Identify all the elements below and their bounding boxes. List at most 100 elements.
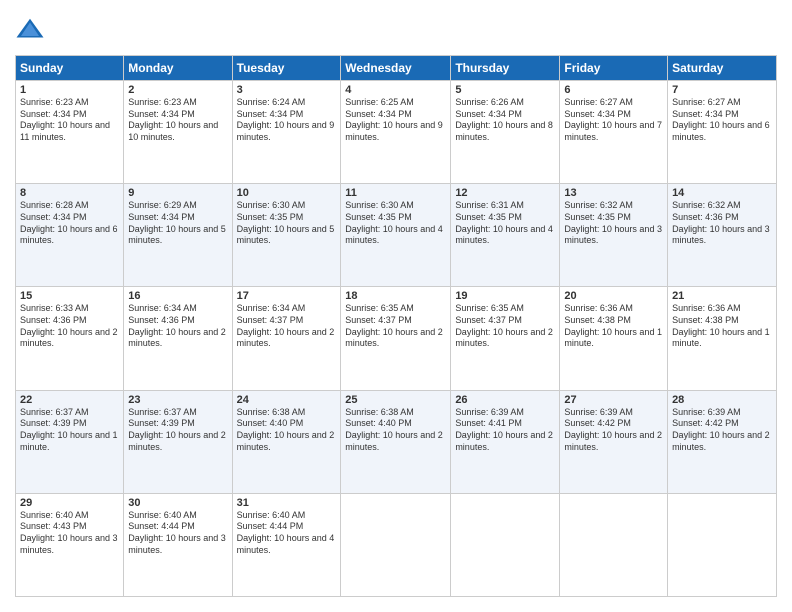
day-number: 12 — [455, 187, 555, 199]
day-number: 2 — [128, 84, 227, 96]
day-number: 6 — [564, 84, 663, 96]
calendar-header-row: SundayMondayTuesdayWednesdayThursdayFrid… — [16, 56, 777, 81]
day-number: 24 — [237, 394, 337, 406]
calendar-cell: 2Sunrise: 6:23 AMSunset: 4:34 PMDaylight… — [124, 81, 232, 184]
day-info: Sunrise: 6:31 AMSunset: 4:35 PMDaylight:… — [455, 200, 555, 247]
calendar-cell: 15Sunrise: 6:33 AMSunset: 4:36 PMDayligh… — [16, 287, 124, 390]
day-info: Sunrise: 6:23 AMSunset: 4:34 PMDaylight:… — [128, 97, 227, 144]
calendar-cell: 25Sunrise: 6:38 AMSunset: 4:40 PMDayligh… — [341, 390, 451, 493]
day-number: 29 — [20, 497, 119, 509]
day-info: Sunrise: 6:27 AMSunset: 4:34 PMDaylight:… — [564, 97, 663, 144]
day-number: 28 — [672, 394, 772, 406]
calendar-cell: 4Sunrise: 6:25 AMSunset: 4:34 PMDaylight… — [341, 81, 451, 184]
calendar-cell: 8Sunrise: 6:28 AMSunset: 4:34 PMDaylight… — [16, 184, 124, 287]
calendar-week-2: 8Sunrise: 6:28 AMSunset: 4:34 PMDaylight… — [16, 184, 777, 287]
day-number: 27 — [564, 394, 663, 406]
day-number: 21 — [672, 290, 772, 302]
day-info: Sunrise: 6:40 AMSunset: 4:43 PMDaylight:… — [20, 510, 119, 557]
day-info: Sunrise: 6:40 AMSunset: 4:44 PMDaylight:… — [128, 510, 227, 557]
day-info: Sunrise: 6:35 AMSunset: 4:37 PMDaylight:… — [345, 303, 446, 350]
day-number: 7 — [672, 84, 772, 96]
day-number: 3 — [237, 84, 337, 96]
calendar-cell: 24Sunrise: 6:38 AMSunset: 4:40 PMDayligh… — [232, 390, 341, 493]
calendar-cell: 27Sunrise: 6:39 AMSunset: 4:42 PMDayligh… — [560, 390, 668, 493]
calendar-cell: 19Sunrise: 6:35 AMSunset: 4:37 PMDayligh… — [451, 287, 560, 390]
day-number: 1 — [20, 84, 119, 96]
day-info: Sunrise: 6:28 AMSunset: 4:34 PMDaylight:… — [20, 200, 119, 247]
day-number: 23 — [128, 394, 227, 406]
day-info: Sunrise: 6:40 AMSunset: 4:44 PMDaylight:… — [237, 510, 337, 557]
calendar-cell: 14Sunrise: 6:32 AMSunset: 4:36 PMDayligh… — [668, 184, 777, 287]
day-info: Sunrise: 6:39 AMSunset: 4:41 PMDaylight:… — [455, 407, 555, 454]
day-info: Sunrise: 6:30 AMSunset: 4:35 PMDaylight:… — [237, 200, 337, 247]
day-number: 15 — [20, 290, 119, 302]
weekday-header-wednesday: Wednesday — [341, 56, 451, 81]
calendar-cell: 22Sunrise: 6:37 AMSunset: 4:39 PMDayligh… — [16, 390, 124, 493]
day-info: Sunrise: 6:32 AMSunset: 4:35 PMDaylight:… — [564, 200, 663, 247]
calendar-week-1: 1Sunrise: 6:23 AMSunset: 4:34 PMDaylight… — [16, 81, 777, 184]
calendar-cell: 26Sunrise: 6:39 AMSunset: 4:41 PMDayligh… — [451, 390, 560, 493]
day-number: 11 — [345, 187, 446, 199]
day-info: Sunrise: 6:25 AMSunset: 4:34 PMDaylight:… — [345, 97, 446, 144]
page: SundayMondayTuesdayWednesdayThursdayFrid… — [0, 0, 792, 612]
day-info: Sunrise: 6:36 AMSunset: 4:38 PMDaylight:… — [672, 303, 772, 350]
day-number: 22 — [20, 394, 119, 406]
day-number: 26 — [455, 394, 555, 406]
weekday-header-thursday: Thursday — [451, 56, 560, 81]
weekday-header-monday: Monday — [124, 56, 232, 81]
weekday-header-saturday: Saturday — [668, 56, 777, 81]
day-info: Sunrise: 6:36 AMSunset: 4:38 PMDaylight:… — [564, 303, 663, 350]
calendar-cell: 16Sunrise: 6:34 AMSunset: 4:36 PMDayligh… — [124, 287, 232, 390]
day-number: 20 — [564, 290, 663, 302]
day-number: 5 — [455, 84, 555, 96]
day-info: Sunrise: 6:29 AMSunset: 4:34 PMDaylight:… — [128, 200, 227, 247]
day-info: Sunrise: 6:37 AMSunset: 4:39 PMDaylight:… — [20, 407, 119, 454]
calendar-cell: 13Sunrise: 6:32 AMSunset: 4:35 PMDayligh… — [560, 184, 668, 287]
weekday-header-tuesday: Tuesday — [232, 56, 341, 81]
day-number: 13 — [564, 187, 663, 199]
day-number: 16 — [128, 290, 227, 302]
logo-icon — [15, 15, 45, 45]
day-info: Sunrise: 6:33 AMSunset: 4:36 PMDaylight:… — [20, 303, 119, 350]
weekday-header-friday: Friday — [560, 56, 668, 81]
day-info: Sunrise: 6:27 AMSunset: 4:34 PMDaylight:… — [672, 97, 772, 144]
calendar-cell — [668, 493, 777, 596]
calendar-cell: 18Sunrise: 6:35 AMSunset: 4:37 PMDayligh… — [341, 287, 451, 390]
day-number: 19 — [455, 290, 555, 302]
calendar-table: SundayMondayTuesdayWednesdayThursdayFrid… — [15, 55, 777, 597]
calendar-cell: 7Sunrise: 6:27 AMSunset: 4:34 PMDaylight… — [668, 81, 777, 184]
day-number: 17 — [237, 290, 337, 302]
calendar-cell — [560, 493, 668, 596]
calendar-cell: 21Sunrise: 6:36 AMSunset: 4:38 PMDayligh… — [668, 287, 777, 390]
day-info: Sunrise: 6:34 AMSunset: 4:37 PMDaylight:… — [237, 303, 337, 350]
calendar-cell: 28Sunrise: 6:39 AMSunset: 4:42 PMDayligh… — [668, 390, 777, 493]
calendar-cell: 17Sunrise: 6:34 AMSunset: 4:37 PMDayligh… — [232, 287, 341, 390]
day-number: 4 — [345, 84, 446, 96]
calendar-week-3: 15Sunrise: 6:33 AMSunset: 4:36 PMDayligh… — [16, 287, 777, 390]
calendar-cell: 11Sunrise: 6:30 AMSunset: 4:35 PMDayligh… — [341, 184, 451, 287]
calendar-cell: 31Sunrise: 6:40 AMSunset: 4:44 PMDayligh… — [232, 493, 341, 596]
day-info: Sunrise: 6:32 AMSunset: 4:36 PMDaylight:… — [672, 200, 772, 247]
day-info: Sunrise: 6:38 AMSunset: 4:40 PMDaylight:… — [237, 407, 337, 454]
day-number: 9 — [128, 187, 227, 199]
day-info: Sunrise: 6:39 AMSunset: 4:42 PMDaylight:… — [672, 407, 772, 454]
day-info: Sunrise: 6:24 AMSunset: 4:34 PMDaylight:… — [237, 97, 337, 144]
day-info: Sunrise: 6:23 AMSunset: 4:34 PMDaylight:… — [20, 97, 119, 144]
day-number: 14 — [672, 187, 772, 199]
calendar-cell: 6Sunrise: 6:27 AMSunset: 4:34 PMDaylight… — [560, 81, 668, 184]
day-number: 8 — [20, 187, 119, 199]
day-info: Sunrise: 6:34 AMSunset: 4:36 PMDaylight:… — [128, 303, 227, 350]
logo — [15, 15, 49, 45]
calendar-cell: 29Sunrise: 6:40 AMSunset: 4:43 PMDayligh… — [16, 493, 124, 596]
calendar-cell: 3Sunrise: 6:24 AMSunset: 4:34 PMDaylight… — [232, 81, 341, 184]
day-number: 10 — [237, 187, 337, 199]
day-info: Sunrise: 6:26 AMSunset: 4:34 PMDaylight:… — [455, 97, 555, 144]
calendar-week-4: 22Sunrise: 6:37 AMSunset: 4:39 PMDayligh… — [16, 390, 777, 493]
day-number: 31 — [237, 497, 337, 509]
day-info: Sunrise: 6:30 AMSunset: 4:35 PMDaylight:… — [345, 200, 446, 247]
day-info: Sunrise: 6:37 AMSunset: 4:39 PMDaylight:… — [128, 407, 227, 454]
day-info: Sunrise: 6:35 AMSunset: 4:37 PMDaylight:… — [455, 303, 555, 350]
day-number: 25 — [345, 394, 446, 406]
calendar-cell — [341, 493, 451, 596]
day-number: 18 — [345, 290, 446, 302]
